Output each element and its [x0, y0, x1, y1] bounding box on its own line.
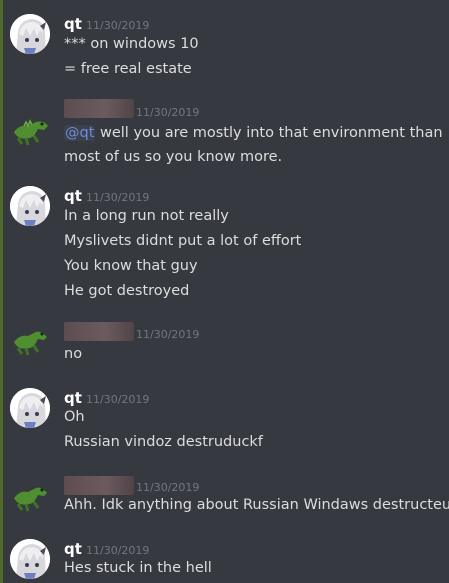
- message-line: You know that guy: [64, 258, 198, 274]
- username-label[interactable]: qt: [64, 15, 82, 33]
- message-line: no: [64, 346, 83, 362]
- message-line: In a long run not really: [64, 208, 229, 224]
- qt-avatar-icon[interactable]: [10, 539, 50, 579]
- qt-avatar-icon[interactable]: [10, 388, 50, 428]
- message-text: well you are mostly into that environmen…: [64, 125, 443, 165]
- message-line: Oh: [64, 409, 85, 425]
- username-label[interactable]: qt: [64, 540, 82, 558]
- message-timestamp: 11/30/2019: [136, 106, 200, 119]
- message-timestamp: 11/30/2019: [86, 19, 150, 32]
- redacted-username: [64, 99, 134, 118]
- redacted-username: [64, 476, 134, 495]
- message-line: = free real estate: [64, 61, 192, 77]
- message-timestamp: 11/30/2019: [86, 191, 150, 204]
- message-line: Myslivets didnt put a lot of effort: [64, 233, 302, 249]
- dinosaur-avatar-icon[interactable]: [10, 330, 50, 360]
- message-timestamp: 11/30/2019: [136, 481, 200, 494]
- message-line: He got destroyed: [64, 283, 190, 299]
- user-mention[interactable]: @qt: [64, 125, 96, 141]
- message-line: *** on windows 10: [64, 36, 199, 52]
- left-accent-strip: [0, 0, 3, 583]
- message-line: Hes stuck in the hell: [64, 560, 212, 576]
- message-timestamp: 11/30/2019: [86, 393, 150, 406]
- qt-avatar-icon[interactable]: [10, 14, 50, 54]
- dinosaur-avatar-icon[interactable]: [10, 486, 50, 514]
- message-line: Ahh. Idk anything about Russian Windaws …: [64, 497, 449, 513]
- message-timestamp: 11/30/2019: [136, 328, 200, 341]
- message-line: @qt well you are mostly into that enviro…: [64, 121, 449, 169]
- qt-avatar-icon[interactable]: [10, 186, 50, 226]
- username-label[interactable]: qt: [64, 187, 82, 205]
- message-timestamp: 11/30/2019: [86, 544, 150, 557]
- dinosaur-avatar-icon[interactable]: [10, 110, 50, 150]
- message-line: Russian vindoz destruduckf: [64, 434, 263, 450]
- redacted-username: [64, 322, 134, 341]
- username-label[interactable]: qt: [64, 389, 82, 407]
